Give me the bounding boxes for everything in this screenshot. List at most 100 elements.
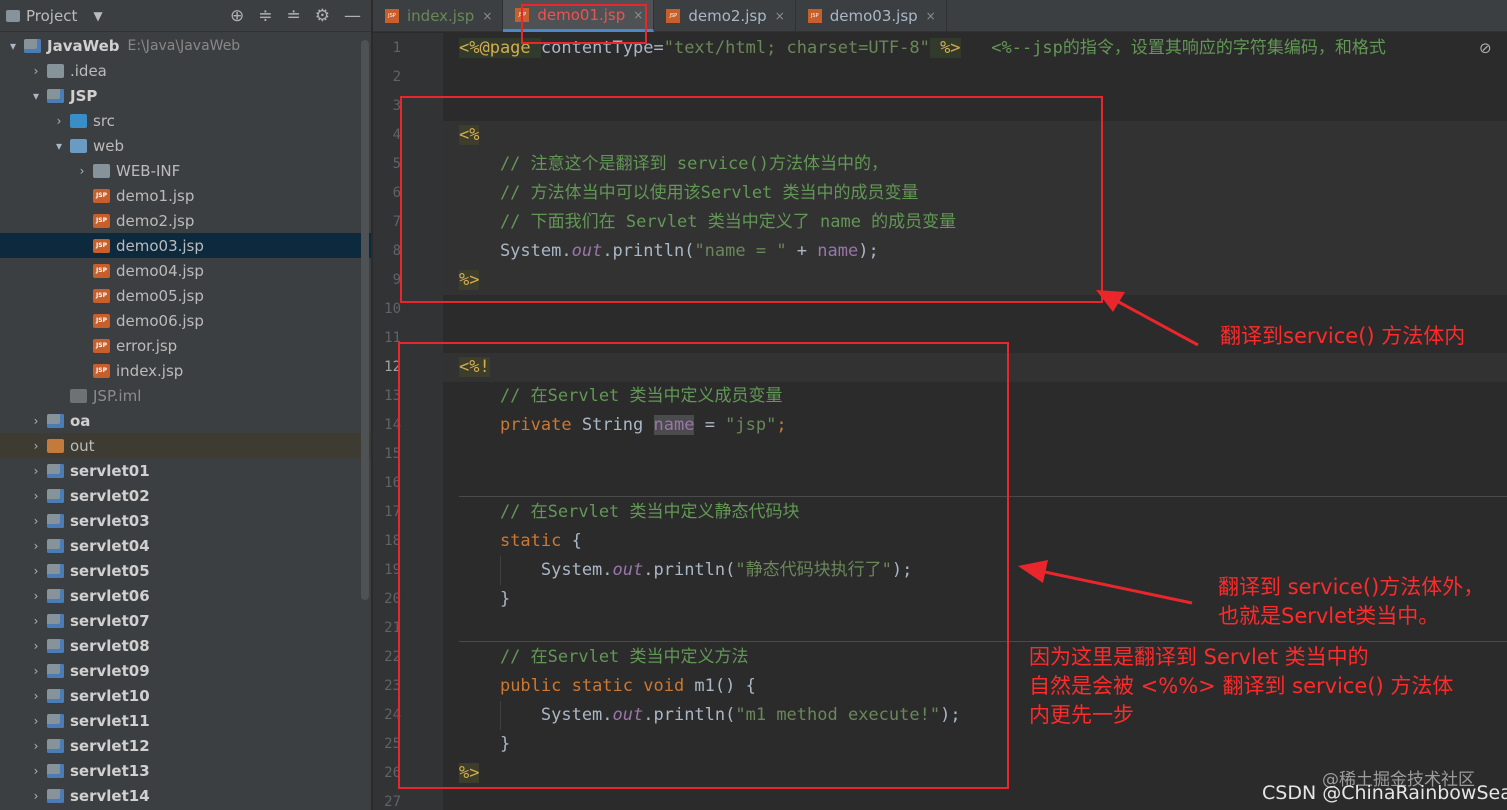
chevron-right-icon[interactable]: › xyxy=(75,164,89,178)
minimize-icon[interactable]: — xyxy=(344,6,361,26)
csdn-watermark: CSDN @ChinaRainbowSea xyxy=(1262,782,1507,804)
line-number: 1 xyxy=(392,40,401,56)
chevron-right-icon[interactable]: › xyxy=(29,64,43,78)
tree-item-servlet07[interactable]: › servlet07 xyxy=(0,608,371,633)
close-icon[interactable]: × xyxy=(926,9,936,23)
line-number: 5 xyxy=(392,156,401,172)
tree-item-label: servlet12 xyxy=(70,736,150,755)
chevron-right-icon[interactable]: › xyxy=(29,664,43,678)
tree-item-label: servlet06 xyxy=(70,586,150,605)
chevron-right-icon[interactable]: › xyxy=(29,564,43,578)
chevron-right-icon[interactable]: › xyxy=(29,714,43,728)
line-number: 19 xyxy=(384,562,401,578)
chevron-down-icon[interactable]: ▾ xyxy=(6,39,20,53)
tree-item-label: servlet02 xyxy=(70,486,150,505)
chevron-right-icon[interactable]: › xyxy=(29,589,43,603)
code-token: "text/html; charset=UTF-8" xyxy=(663,38,930,58)
chevron-right-icon[interactable]: › xyxy=(29,614,43,628)
tree-item-servlet08[interactable]: › servlet08 xyxy=(0,633,371,658)
tree-item-servlet02[interactable]: › servlet02 xyxy=(0,483,371,508)
tree-item-label: servlet09 xyxy=(70,661,150,680)
tree-item-servlet04[interactable]: › servlet04 xyxy=(0,533,371,558)
close-icon[interactable]: × xyxy=(482,9,492,23)
locate-icon[interactable]: ⊕ xyxy=(230,6,244,26)
tree-item-jsp-iml[interactable]: JSP.iml xyxy=(0,383,371,408)
chevron-right-icon[interactable]: › xyxy=(29,514,43,528)
chevron-right-icon[interactable]: › xyxy=(29,414,43,428)
chevron-right-icon[interactable]: › xyxy=(29,789,43,803)
module-folder-icon xyxy=(47,713,64,728)
chevron-right-icon[interactable]: › xyxy=(29,489,43,503)
tree-item-servlet12[interactable]: › servlet12 xyxy=(0,733,371,758)
tree-item-servlet13[interactable]: › servlet13 xyxy=(0,758,371,783)
highlight-box-tab xyxy=(521,4,647,44)
tree-item-idea[interactable]: › .idea xyxy=(0,58,371,83)
jsp-file-icon: JSP xyxy=(807,9,822,23)
tree-item-servlet06[interactable]: › servlet06 xyxy=(0,583,371,608)
tree-item-demo03-jsp[interactable]: JSP demo03.jsp xyxy=(0,233,371,258)
chevron-down-icon[interactable]: ▾ xyxy=(52,139,66,153)
tree-item-servlet01[interactable]: › servlet01 xyxy=(0,458,371,483)
tree-item-label: oa xyxy=(70,411,91,430)
tab-index[interactable]: JSP index.jsp × xyxy=(373,0,504,32)
jsp-file-icon: JSP xyxy=(93,338,110,353)
chevron-right-icon[interactable]: › xyxy=(29,439,43,453)
project-scrollbar[interactable] xyxy=(361,40,369,600)
line-number: 23 xyxy=(384,678,401,694)
tree-item-demo06-jsp[interactable]: JSP demo06.jsp xyxy=(0,308,371,333)
tab-demo03[interactable]: JSP demo03.jsp × xyxy=(796,0,947,32)
close-icon[interactable]: × xyxy=(775,9,785,23)
collapse-all-icon[interactable]: ≐ xyxy=(287,6,301,26)
gear-icon[interactable]: ⚙ xyxy=(315,6,330,26)
tree-item-label: WEB-INF xyxy=(116,161,181,180)
tree-item-oa[interactable]: › oa xyxy=(0,408,371,433)
jsp-file-icon: JSP xyxy=(93,288,110,303)
project-panel-tools: ⊕ ≑ ≐ ⚙ — xyxy=(230,6,371,26)
chevron-right-icon[interactable]: › xyxy=(52,114,66,128)
tree-item-label: .idea xyxy=(70,61,107,80)
line-number: 25 xyxy=(384,736,401,752)
project-panel: Project ▼ ⊕ ≑ ≐ ⚙ — ▾ JavaWeb E:\Java\Java… xyxy=(0,0,372,810)
tree-item-servlet11[interactable]: › servlet11 xyxy=(0,708,371,733)
tree-item-servlet10[interactable]: › servlet10 xyxy=(0,683,371,708)
tree-item-demo1-jsp[interactable]: JSP demo1.jsp xyxy=(0,183,371,208)
annotation-note-3-line3: 内更先一步 xyxy=(1029,703,1134,727)
tree-item-servlet03[interactable]: › servlet03 xyxy=(0,508,371,533)
reader-mode-icon[interactable]: ⊘ xyxy=(1479,39,1492,57)
tree-item-demo2-jsp[interactable]: JSP demo2.jsp xyxy=(0,208,371,233)
tree-item-jsp[interactable]: ▾ JSP xyxy=(0,83,371,108)
tree-item-javaweb[interactable]: ▾ JavaWeb E:\Java\JavaWeb xyxy=(0,33,371,58)
tree-item-label: servlet11 xyxy=(70,711,150,730)
chevron-right-icon[interactable]: › xyxy=(29,689,43,703)
tree-item-demo04-jsp[interactable]: JSP demo04.jsp xyxy=(0,258,371,283)
tree-item-label: error.jsp xyxy=(116,336,178,355)
chevron-right-icon[interactable]: › xyxy=(29,539,43,553)
tree-item-label: demo06.jsp xyxy=(116,311,204,330)
tree-item-demo05-jsp[interactable]: JSP demo05.jsp xyxy=(0,283,371,308)
tree-item-servlet05[interactable]: › servlet05 xyxy=(0,558,371,583)
project-panel-header: Project ▼ ⊕ ≑ ≐ ⚙ — xyxy=(0,0,371,32)
chevron-down-icon[interactable]: ▼ xyxy=(93,9,102,23)
tree-item-out[interactable]: › out xyxy=(0,433,371,458)
chevron-right-icon[interactable]: › xyxy=(29,739,43,753)
module-folder-icon xyxy=(47,513,64,528)
tree-item-index-jsp[interactable]: JSP index.jsp xyxy=(0,358,371,383)
chevron-right-icon[interactable]: › xyxy=(29,464,43,478)
chevron-right-icon[interactable]: › xyxy=(29,639,43,653)
tree-item-src[interactable]: › src xyxy=(0,108,371,133)
expand-all-icon[interactable]: ≑ xyxy=(258,6,272,26)
tree-item-web-inf[interactable]: › WEB-INF xyxy=(0,158,371,183)
tab-demo2[interactable]: JSP demo2.jsp × xyxy=(654,0,796,32)
module-folder-icon xyxy=(47,788,64,803)
tree-item-label: servlet08 xyxy=(70,636,150,655)
tree-item-error-jsp[interactable]: JSP error.jsp xyxy=(0,333,371,358)
tree-item-servlet14[interactable]: › servlet14 xyxy=(0,783,371,808)
module-folder-icon xyxy=(47,413,64,428)
project-panel-title[interactable]: Project xyxy=(26,7,77,25)
annotation-note-3-line1: 因为这里是翻译到 Servlet 类当中的 xyxy=(1029,645,1369,669)
tab-label: demo2.jsp xyxy=(688,7,767,25)
chevron-right-icon[interactable]: › xyxy=(29,764,43,778)
chevron-down-icon[interactable]: ▾ xyxy=(29,89,43,103)
tree-item-web[interactable]: ▾ web xyxy=(0,133,371,158)
tree-item-servlet09[interactable]: › servlet09 xyxy=(0,658,371,683)
